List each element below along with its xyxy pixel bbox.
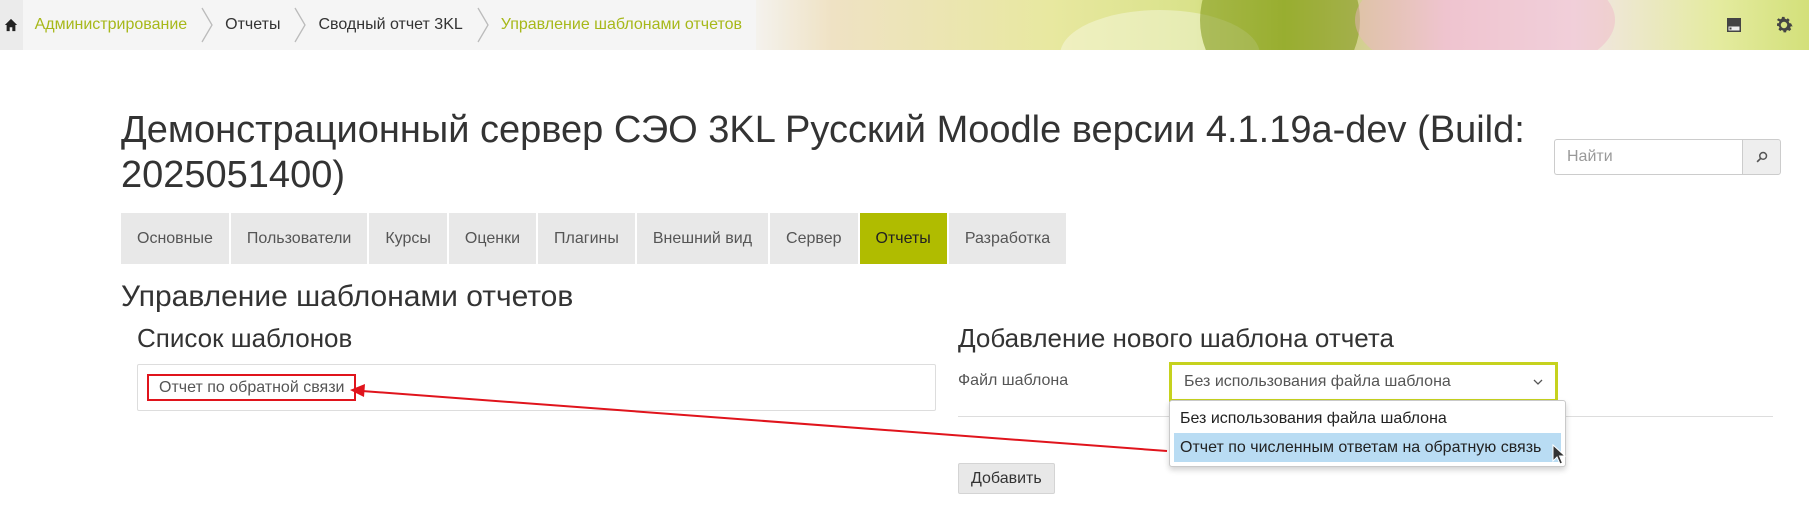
mouse-cursor-icon <box>1552 444 1566 465</box>
annotation-arrow <box>350 384 1168 452</box>
